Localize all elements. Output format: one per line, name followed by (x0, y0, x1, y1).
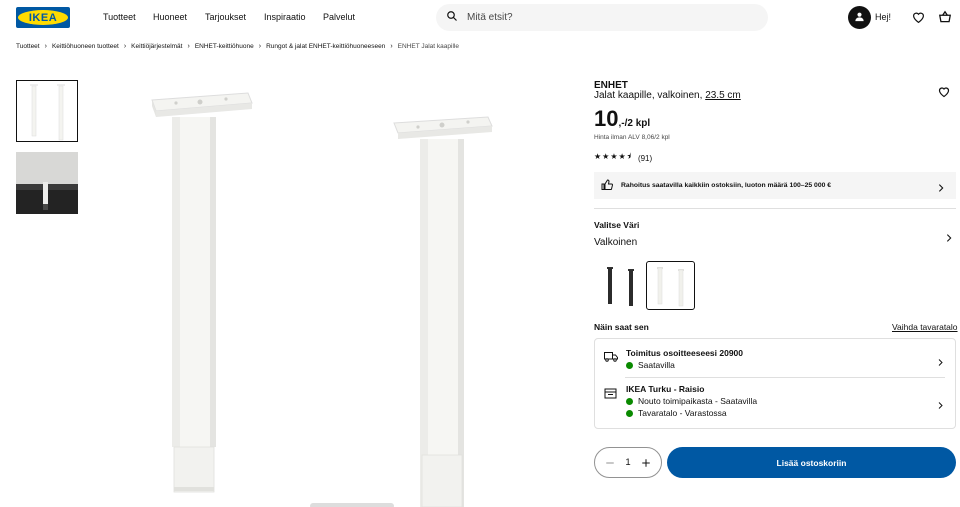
store-title[interactable]: IKEA Turku - Raisio (626, 384, 704, 394)
status-dot (626, 409, 633, 417)
thumbnail-legs-white[interactable] (16, 80, 78, 142)
product-rating[interactable]: ★★★★⯨ (91) (594, 151, 652, 165)
chevron-right-icon: › (44, 43, 47, 50)
color-selected-value: Valkoinen (594, 237, 638, 248)
logo-oval: IKEA (18, 10, 68, 25)
user-greeting[interactable]: Hej! (875, 12, 891, 22)
price-main: 10 (594, 106, 619, 131)
chevron-right-icon: › (123, 43, 127, 50)
breadcrumb-item[interactable]: Keittiöjärjestelmät (131, 43, 182, 50)
user-icon (854, 9, 865, 27)
breadcrumb-item[interactable]: Rungot & jalat ENHET-keittiöhuoneeseen (266, 43, 385, 50)
search-input[interactable] (467, 12, 747, 23)
availability-title: Näin saat sen (594, 322, 649, 332)
divider (594, 208, 956, 209)
store-pickup-text: Nouto toimipaikasta - Saatavilla (638, 396, 758, 406)
color-selector-title: Valitse Väri (594, 220, 640, 230)
finance-text: Rahoitus saatavilla kaikkiin ostoksiin, … (621, 182, 832, 189)
product-price: 10 ,-/2 kpl (594, 108, 650, 130)
product-description-text: Jalat kaapille, valkoinen, (594, 90, 703, 101)
store-stock-status: Tavaratalo - Varastossa (626, 408, 727, 418)
product-measure-link[interactable]: 23.5 cm (705, 90, 741, 101)
nav-item-tarjoukset[interactable]: Tarjoukset (205, 12, 246, 22)
breadcrumb-current: ENHET Jalat kaapille (397, 43, 459, 50)
chevron-right-icon[interactable] (944, 230, 954, 242)
search-bar[interactable] (436, 4, 768, 31)
thumbs-up-icon (601, 177, 614, 195)
quantity-stepper: 1 (594, 447, 662, 478)
status-dot (626, 361, 633, 369)
nav-item-palvelut[interactable]: Palvelut (323, 12, 355, 22)
store-icon (604, 386, 617, 399)
truck-icon (604, 349, 618, 362)
logo-text: IKEA (28, 11, 58, 24)
user-button[interactable] (848, 6, 871, 29)
color-swatch-black[interactable] (596, 261, 645, 310)
chevron-right-icon (936, 180, 946, 192)
star-rating-icon: ★★★★⯨ (594, 152, 632, 161)
heart-icon[interactable] (938, 85, 950, 98)
breadcrumb-item[interactable]: Tuotteet (16, 43, 40, 50)
plus-icon[interactable] (639, 456, 653, 470)
image-scrollbar[interactable] (310, 503, 394, 507)
delivery-status: Saatavilla (626, 360, 675, 370)
chevron-right-icon[interactable] (936, 354, 945, 366)
status-dot (626, 397, 633, 405)
breadcrumb-item[interactable]: Keittiöhuoneen tuotteet (52, 43, 119, 50)
vat-note: Hinta ilman ALV 8,06/2 kpl (594, 134, 670, 141)
add-to-cart-button[interactable]: Lisää ostoskoriin (667, 447, 956, 478)
price-suffix: ,-/2 kpl (618, 118, 651, 129)
nav-item-huoneet[interactable]: Huoneet (153, 12, 187, 22)
chevron-right-icon: › (258, 43, 262, 50)
search-icon (446, 9, 458, 27)
minus-icon[interactable] (603, 456, 617, 470)
chevron-right-icon[interactable] (936, 397, 945, 409)
thumbnail-leg-installed[interactable] (16, 152, 78, 214)
change-store-link[interactable]: Vaihda tavaratalo (892, 322, 958, 332)
delivery-title[interactable]: Toimitus osoitteeseesi 20900 (626, 348, 743, 358)
shopping-bag-icon[interactable] (938, 10, 952, 24)
delivery-status-text: Saatavilla (638, 360, 675, 370)
nav-item-tuotteet[interactable]: Tuotteet (103, 12, 136, 22)
product-description: Jalat kaapille, valkoinen, 23.5 cm (594, 90, 741, 101)
ikea-logo[interactable]: IKEA (16, 7, 70, 28)
heart-icon[interactable] (912, 11, 925, 24)
color-swatch-white[interactable] (646, 261, 695, 310)
quantity-value[interactable]: 1 (625, 457, 630, 468)
store-pickup-status: Nouto toimipaikasta - Saatavilla (626, 396, 757, 406)
nav-item-inspiraatio[interactable]: Inspiraatio (264, 12, 306, 22)
breadcrumb: Tuotteet › Keittiöhuoneen tuotteet › Kei… (16, 43, 459, 50)
store-stock-text: Tavaratalo - Varastossa (638, 408, 727, 418)
divider (625, 377, 945, 378)
product-image[interactable] (80, 75, 590, 507)
rating-count: (91) (637, 153, 653, 163)
chevron-right-icon: › (390, 43, 393, 50)
availability-panel: Toimitus osoitteeseesi 20900 Saatavilla … (594, 338, 956, 429)
breadcrumb-item[interactable]: ENHET-keittiöhuone (195, 43, 254, 50)
chevron-right-icon: › (187, 43, 190, 50)
finance-banner[interactable]: Rahoitus saatavilla kaikkiin ostoksiin, … (594, 172, 956, 199)
